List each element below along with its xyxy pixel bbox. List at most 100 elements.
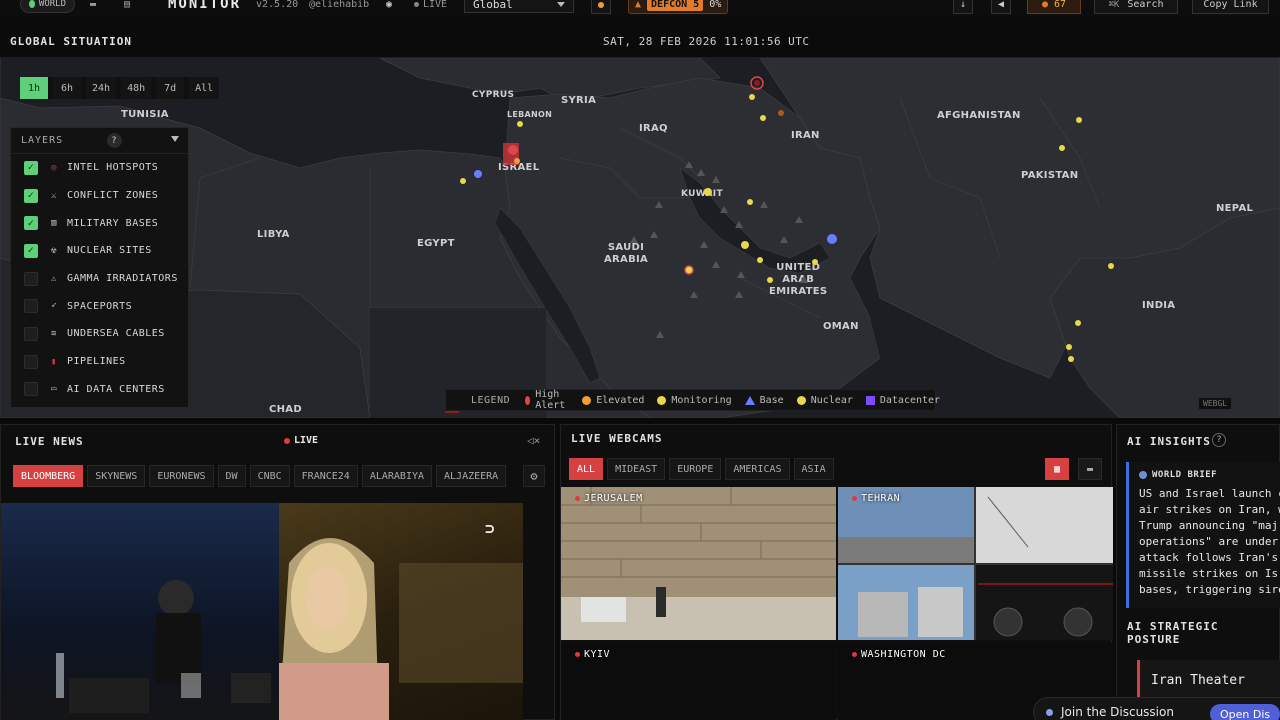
legend-label: High Alert	[535, 389, 566, 411]
checkbox-checked-icon[interactable]: ✓	[24, 160, 38, 175]
marker-monitoring[interactable]	[760, 115, 766, 121]
world-map[interactable]: TUNISIA CYPRUS SYRIA LEBANON IRAQ IRAN A…	[0, 58, 1280, 418]
status-dot-button[interactable]	[591, 0, 611, 14]
layer-gamma-irradiators[interactable]: ⚠ GAMMA IRRADIATORS	[11, 265, 188, 293]
help-icon[interactable]: ?	[1212, 433, 1226, 447]
situation-title: GLOBAL SITUATION	[10, 35, 132, 48]
marker-monitoring[interactable]	[747, 199, 753, 205]
search-button[interactable]: ⌘K Search	[1094, 0, 1178, 14]
channel-alarabiya[interactable]: ALARABIYA	[361, 465, 433, 487]
channel-france24[interactable]: FRANCE24	[293, 465, 358, 487]
filter-americas[interactable]: AMERICAS	[725, 458, 790, 480]
marker-india[interactable]	[1066, 344, 1072, 350]
checkbox-unchecked-icon[interactable]	[24, 354, 38, 369]
checkbox-unchecked-icon[interactable]	[24, 326, 38, 341]
channel-bloomberg[interactable]: BLOOMBERG	[13, 465, 84, 487]
marker-nuclear[interactable]	[1076, 117, 1082, 123]
grid-view-icon[interactable]: ▦	[1045, 458, 1069, 480]
filter-mideast[interactable]: MIDEAST	[607, 458, 666, 480]
nuclear-marker[interactable]	[460, 178, 466, 184]
copy-link-button[interactable]: Copy Link	[1192, 0, 1269, 14]
marker-nuclear[interactable]	[1059, 145, 1065, 151]
channel-aljazeera[interactable]: ALJAZEERA	[436, 465, 507, 487]
join-discussion-label: Join the Discussion	[1061, 705, 1174, 719]
gear-icon[interactable]: ⚙	[523, 465, 545, 487]
webcam-label: TEHRAN	[852, 493, 900, 504]
layers-header[interactable]: LAYERS ?	[11, 128, 188, 154]
marker-india[interactable]	[1068, 356, 1074, 362]
monitoring-dot-icon	[657, 395, 667, 405]
checkbox-unchecked-icon[interactable]	[24, 299, 38, 314]
marker-uae[interactable]	[812, 259, 818, 265]
doc-icon[interactable]: ▤	[124, 0, 130, 10]
layer-conflict-zones[interactable]: ✓ ⚔ CONFLICT ZONES	[11, 182, 188, 210]
layer-label: NUCLEAR SITES	[67, 245, 152, 257]
layer-intel-hotspots[interactable]: ✓ ◎ INTEL HOTSPOTS	[11, 154, 188, 182]
time-filter-7d[interactable]: 7d	[156, 77, 185, 99]
channel-euronews[interactable]: EURONEWS	[149, 465, 214, 487]
layer-undersea-cables[interactable]: ≋ UNDERSEA CABLES	[11, 320, 188, 348]
join-discussion-bar[interactable]: Join the Discussion Open Dis	[1033, 697, 1280, 720]
news-video-player[interactable]: ⊃	[1, 503, 523, 720]
base-marker[interactable]	[474, 170, 482, 178]
hotspot-israel[interactable]	[503, 143, 520, 165]
region-select[interactable]: Global	[464, 0, 574, 13]
high-alert-dot-icon	[525, 395, 531, 405]
filter-europe[interactable]: EUROPE	[669, 458, 722, 480]
channel-cnbc[interactable]: CNBC	[249, 465, 290, 487]
layer-nuclear-sites[interactable]: ✓ ☢ NUCLEAR SITES	[11, 237, 188, 265]
checkbox-unchecked-icon[interactable]	[24, 271, 38, 286]
webcam-tehran[interactable]: TEHRAN	[838, 487, 1113, 640]
marker-india[interactable]	[1108, 263, 1114, 269]
time-filter-all[interactable]: All	[189, 77, 220, 99]
marker-kuwait[interactable]	[704, 188, 712, 196]
tv-icon[interactable]: ▬	[90, 0, 96, 10]
time-filter-48h[interactable]: 48h	[121, 77, 152, 99]
marker-elevated[interactable]	[778, 110, 784, 116]
open-discussion-button[interactable]: Open Dis	[1210, 704, 1280, 720]
marker-india[interactable]	[1075, 320, 1081, 326]
download-icon[interactable]: ↓	[953, 0, 973, 14]
marker-saudi[interactable]	[684, 265, 694, 275]
defcon-badge[interactable]: ▲ DEFCON 5 0%	[628, 0, 729, 14]
marker-lebanon[interactable]	[517, 121, 523, 127]
filter-asia[interactable]: ASIA	[793, 458, 834, 480]
github-icon[interactable]: ◉	[386, 0, 392, 10]
filter-all[interactable]: ALL	[569, 458, 604, 480]
collapse-icon[interactable]	[171, 136, 179, 142]
webcam-kyiv[interactable]: KYIV	[561, 643, 836, 720]
time-filter-24h[interactable]: 24h	[86, 77, 117, 99]
world-brief-title: WORLD BRIEF	[1152, 470, 1218, 480]
checkbox-checked-icon[interactable]: ✓	[24, 243, 38, 258]
layer-ai-data-centers[interactable]: ▭ AI DATA CENTERS	[11, 376, 188, 404]
author-handle[interactable]: @eliehabib	[309, 0, 369, 10]
help-icon[interactable]: ?	[107, 133, 122, 148]
live-dot-icon	[414, 2, 419, 7]
time-filter-1h[interactable]: 1h	[20, 77, 48, 99]
layers-title: LAYERS	[21, 135, 64, 146]
channel-dw[interactable]: DW	[217, 465, 246, 487]
chevron-down-icon	[557, 1, 565, 7]
layer-military-bases[interactable]: ✓ ▥ MILITARY BASES	[11, 209, 188, 237]
ai-insights-panel: AI INSIGHTS ? WORLD BRIEF US and Israel …	[1116, 424, 1280, 720]
single-view-icon[interactable]: ▬	[1078, 458, 1102, 480]
marker-monitoring[interactable]	[749, 94, 755, 100]
marker-uae[interactable]	[767, 277, 773, 283]
layer-label: GAMMA IRRADIATORS	[67, 273, 178, 285]
webcam-jerusalem[interactable]: JERUSALEM	[561, 487, 836, 640]
checkbox-checked-icon[interactable]: ✓	[24, 188, 38, 203]
mute-icon[interactable]: ◁×	[527, 434, 540, 447]
marker-monitoring[interactable]	[757, 257, 763, 263]
world-toggle[interactable]: WORLD	[20, 0, 75, 13]
base-marker[interactable]	[827, 234, 837, 244]
checkbox-checked-icon[interactable]: ✓	[24, 216, 38, 231]
back-icon[interactable]: ◀	[991, 0, 1011, 14]
checkbox-unchecked-icon[interactable]	[24, 382, 38, 397]
time-filter-6h[interactable]: 6h	[53, 77, 81, 99]
marker-monitoring[interactable]	[741, 241, 749, 249]
channel-skynews[interactable]: SKYNEWS	[87, 465, 146, 487]
alerts-button[interactable]: ● 67	[1027, 0, 1081, 14]
legend-label: Datacenter	[879, 394, 941, 406]
layer-pipelines[interactable]: ▮ PIPELINES	[11, 348, 188, 376]
layer-spaceports[interactable]: ➶ SPACEPORTS	[11, 292, 188, 320]
